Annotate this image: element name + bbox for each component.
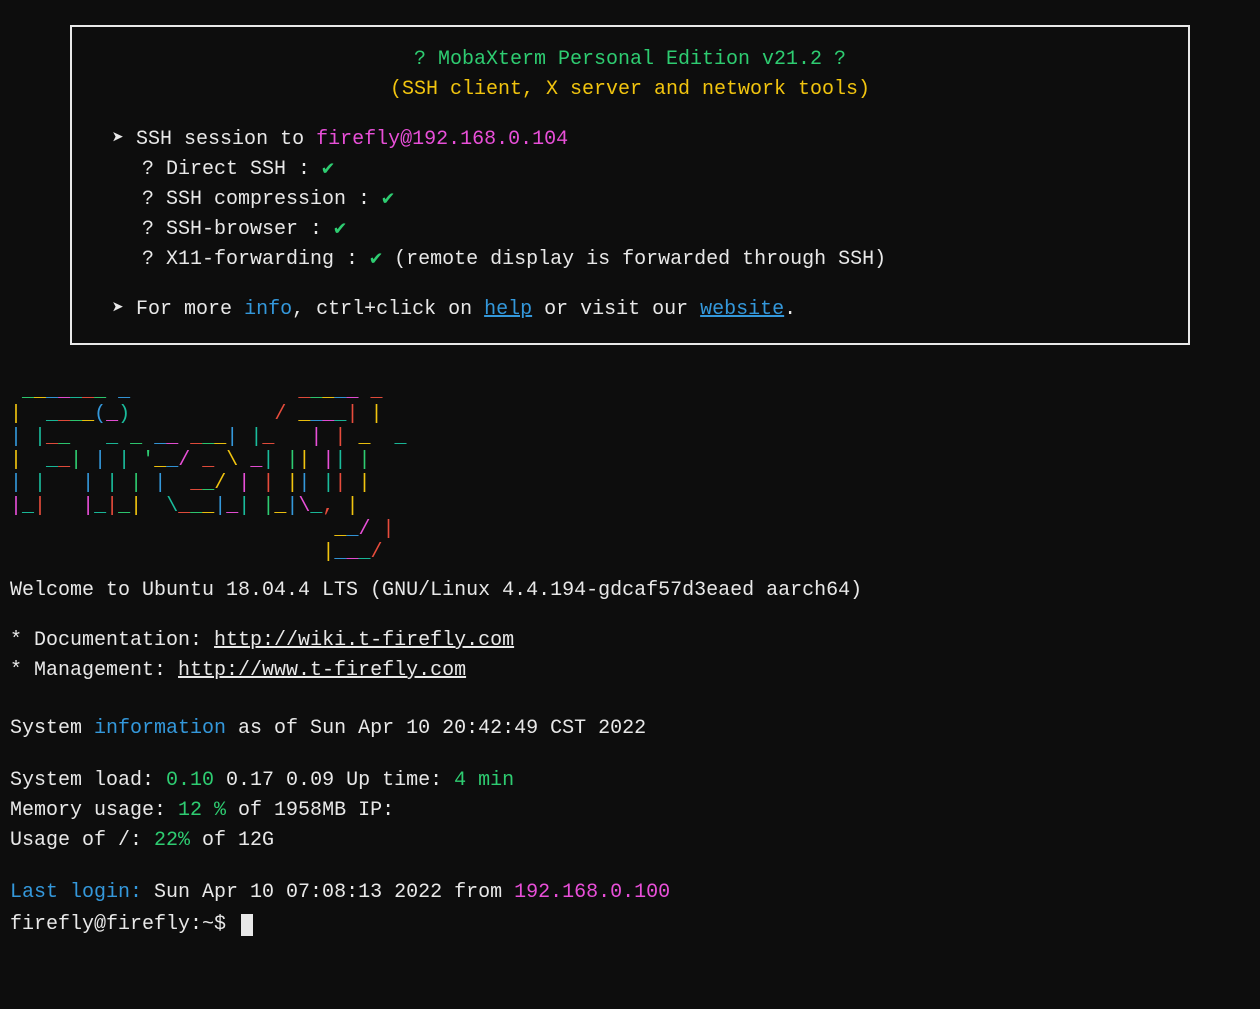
load-value: 0.10: [166, 769, 214, 792]
welcome-line: Welcome to Ubuntu 18.04.4 LTS (GNU/Linux…: [10, 576, 1250, 606]
session-ssh-browser: ? SSH-browser : ✔: [142, 215, 1158, 245]
check-icon: ✔: [370, 248, 382, 271]
prompt-text: firefly@firefly:~$: [10, 913, 238, 936]
more-info-line: ➤ For more info, ctrl+click on help or v…: [112, 295, 1158, 325]
help-link[interactable]: help: [484, 298, 532, 321]
ssh-session-line: ➤ SSH session to firefly@192.168.0.104: [112, 125, 1158, 155]
session-direct-ssh: ? Direct SSH : ✔: [142, 155, 1158, 185]
check-icon: ✔: [382, 188, 394, 211]
website-link[interactable]: website: [700, 298, 784, 321]
last-login-label: Last login:: [10, 881, 142, 904]
info-word: info: [244, 298, 292, 321]
mobaxterm-banner: ? MobaXterm Personal Edition v21.2 ? (SS…: [70, 25, 1190, 345]
last-login-line: Last login: Sun Apr 10 07:08:13 2022 fro…: [10, 878, 1250, 908]
documentation-line: * Documentation: http://wiki.t-firefly.c…: [10, 626, 1250, 656]
management-link[interactable]: http://www.t-firefly.com: [178, 659, 466, 682]
memory-value: 12 %: [178, 799, 226, 822]
system-info-header: System information as of Sun Apr 10 20:4…: [10, 714, 1250, 744]
information-word: information: [94, 717, 226, 740]
cursor-icon: [241, 914, 253, 936]
disk-usage-line: Usage of /: 22% of 12G: [10, 826, 1250, 856]
check-icon: ✔: [334, 218, 346, 241]
banner-subtitle: (SSH client, X server and network tools): [102, 75, 1158, 105]
usage-value: 22%: [154, 829, 190, 852]
shell-prompt[interactable]: firefly@firefly:~$: [10, 910, 1250, 940]
session-ssh-compression: ? SSH compression : ✔: [142, 185, 1158, 215]
ssh-prefix: ➤ SSH session to: [112, 128, 316, 151]
firefly-ascii-art: _______ _ _____ _ | ____(_) / ____| | | …: [10, 380, 1250, 564]
system-load-line: System load: 0.10 0.17 0.09 Up time: 4 m…: [10, 766, 1250, 796]
management-line: * Management: http://www.t-firefly.com: [10, 656, 1250, 686]
last-login-ip: 192.168.0.100: [514, 881, 670, 904]
check-icon: ✔: [322, 158, 334, 181]
documentation-link[interactable]: http://wiki.t-firefly.com: [214, 629, 514, 652]
ssh-target: firefly@192.168.0.104: [316, 128, 568, 151]
banner-title: ? MobaXterm Personal Edition v21.2 ?: [102, 45, 1158, 75]
uptime-value: 4 min: [454, 769, 514, 792]
memory-usage-line: Memory usage: 12 % of 1958MB IP:: [10, 796, 1250, 826]
session-x11-forwarding: ? X11-forwarding : ✔ (remote display is …: [142, 245, 1158, 275]
